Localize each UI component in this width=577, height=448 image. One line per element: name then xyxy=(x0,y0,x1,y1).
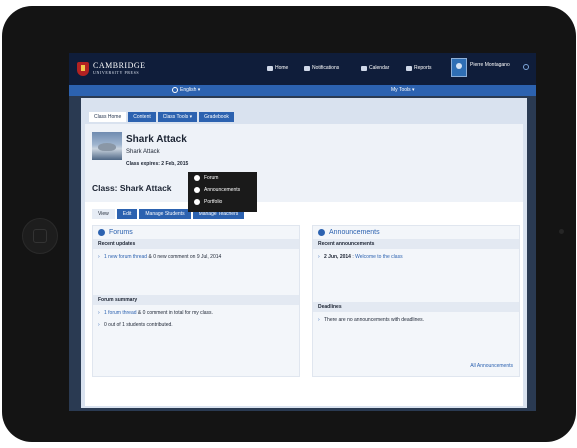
menu-item-label: Announcements xyxy=(204,187,241,193)
announcement-icon xyxy=(318,229,325,236)
tab-class-tools[interactable]: Class Tools ▾ xyxy=(157,112,198,122)
user-name[interactable]: Pierre Montagano xyxy=(470,62,510,68)
class-subtitle: Shark Attack xyxy=(126,149,160,155)
tab-gradebook[interactable]: Gradebook xyxy=(199,112,234,122)
calendar-icon xyxy=(361,65,367,71)
list-item: There are no announcements with deadline… xyxy=(313,317,519,324)
nav-notifications-label: Notifications xyxy=(312,65,340,71)
nav-calendar-label: Calendar xyxy=(369,65,390,71)
class-image xyxy=(92,132,122,160)
language-selector[interactable]: English ▾ xyxy=(172,87,200,93)
class-panel: Shark Attack Shark Attack Class expires:… xyxy=(85,124,523,406)
announcement-date: 2 Jun, 2014 xyxy=(324,254,351,260)
menu-item-announcements[interactable]: Announcements xyxy=(188,184,257,196)
class-header: Shark Attack Shark Attack Class expires:… xyxy=(85,124,523,202)
class-tools-dropdown: Forum Announcements Portfolio xyxy=(188,172,257,212)
forum-icon xyxy=(98,229,105,236)
forum-summary-link[interactable]: 1 forum thread xyxy=(104,310,137,316)
gear-icon[interactable] xyxy=(523,64,529,70)
nav-calendar[interactable]: Calendar xyxy=(361,65,389,71)
forum-thread-link[interactable]: 1 new forum thread xyxy=(104,254,147,260)
forums-title[interactable]: Forums xyxy=(109,229,133,236)
announcement-icon xyxy=(194,187,200,193)
forum-summary-text: & 0 comment in total for my class. xyxy=(136,310,213,316)
camera xyxy=(559,229,564,234)
language-label: English ▾ xyxy=(180,87,201,93)
menu-item-forum[interactable]: Forum xyxy=(188,172,257,184)
my-tools-menu[interactable]: My Tools ▾ xyxy=(391,87,415,93)
globe-icon xyxy=(172,87,178,93)
announcement-link[interactable]: Welcome to the class xyxy=(355,254,402,260)
nav-home-label: Home xyxy=(275,65,289,71)
recent-announcements-title: Recent announcements xyxy=(313,239,519,249)
nav-home[interactable]: Home xyxy=(267,65,288,71)
nav-reports[interactable]: Reports xyxy=(406,65,432,71)
subtab-view[interactable]: View xyxy=(92,209,115,219)
menu-item-label: Portfolio xyxy=(204,199,223,205)
main-content: Class Home Content Class Tools ▾ Gradebo… xyxy=(81,98,527,408)
all-announcements-link[interactable]: All Announcements xyxy=(470,363,513,369)
brand-name: CAMBRIDGE xyxy=(93,61,146,70)
menu-item-portfolio[interactable]: Portfolio xyxy=(188,196,257,208)
language-bar: English ▾ My Tools ▾ xyxy=(69,85,536,96)
nav-notifications[interactable]: Notifications xyxy=(304,65,339,71)
page-title: Class: Shark Attack xyxy=(92,183,172,193)
reports-icon xyxy=(406,65,412,71)
deadlines-title: Deadlines xyxy=(313,302,519,312)
tab-class-home[interactable]: Class Home xyxy=(89,112,127,122)
list-item: 0 out of 1 students contributed. xyxy=(93,322,299,329)
home-hardware-button[interactable] xyxy=(22,218,58,254)
announcements-card: Announcements Recent announcements 2 Jun… xyxy=(312,225,520,377)
subtab-manage-students[interactable]: Manage Students xyxy=(139,209,191,219)
list-item: 2 Jun, 2014 : Welcome to the class xyxy=(313,254,519,261)
brand-subname: UNIVERSITY PRESS xyxy=(93,70,140,75)
cambridge-shield-icon xyxy=(77,62,89,76)
nav-reports-label: Reports xyxy=(414,65,432,71)
portfolio-icon xyxy=(194,199,200,205)
class-tabs: Class Home Content Class Tools ▾ Gradebo… xyxy=(89,112,234,122)
top-bar: CAMBRIDGE UNIVERSITY PRESS Home Notifica… xyxy=(69,53,536,85)
forums-card: Forums Recent updates 1 new forum thread… xyxy=(92,225,300,377)
class-title: Shark Attack xyxy=(126,134,187,145)
megaphone-icon xyxy=(304,65,310,71)
list-item: 1 forum thread & 0 comment in total for … xyxy=(93,310,299,317)
class-expiry: Class expires: 2 Feb, 2015 xyxy=(126,161,189,167)
tab-content[interactable]: Content xyxy=(128,112,156,122)
forum-icon xyxy=(194,175,200,181)
forums-header: Forums xyxy=(93,226,299,239)
subtab-edit[interactable]: Edit xyxy=(116,209,138,219)
menu-item-label: Forum xyxy=(204,175,219,181)
home-icon xyxy=(267,65,273,71)
screen: CAMBRIDGE UNIVERSITY PRESS Home Notifica… xyxy=(69,53,536,411)
forum-summary-title: Forum summary xyxy=(93,295,299,305)
user-avatar[interactable] xyxy=(451,58,467,77)
recent-update-text: & 0 new comment on 9 Jul, 2014 xyxy=(147,254,222,260)
announcements-title[interactable]: Announcements xyxy=(329,229,380,236)
announcements-header: Announcements xyxy=(313,226,519,239)
list-item: 1 new forum thread & 0 new comment on 9 … xyxy=(93,254,299,261)
tablet-frame: CAMBRIDGE UNIVERSITY PRESS Home Notifica… xyxy=(2,6,576,442)
recent-updates-title: Recent updates xyxy=(93,239,299,249)
